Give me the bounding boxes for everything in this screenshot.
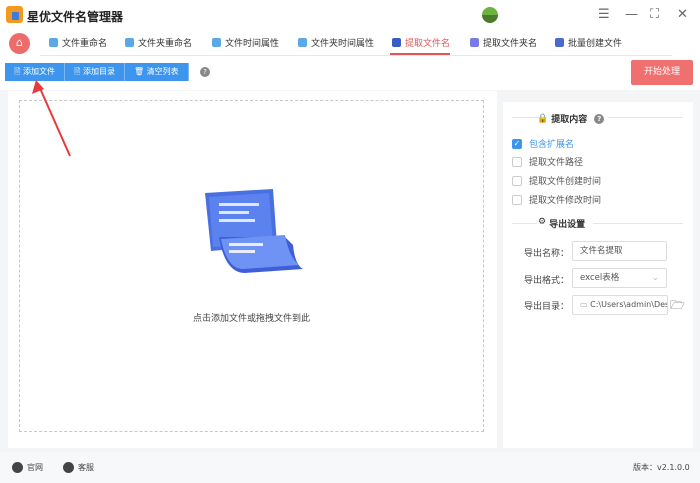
active-tab-indicator — [390, 53, 450, 55]
tab-folder-rename[interactable]: 文件夹重命名 — [125, 36, 192, 49]
help-icon[interactable]: ? — [200, 67, 210, 77]
export-name-label: 导出名称： — [524, 249, 570, 259]
add-directory-button[interactable]: 🗎 添加目录 — [64, 63, 125, 81]
website-link[interactable]: 官网 — [12, 462, 43, 473]
clock-icon — [212, 38, 221, 47]
start-button[interactable]: 开始处理 — [631, 60, 693, 85]
export-name-input[interactable]: 文件名提取 — [572, 241, 667, 261]
help-icon[interactable]: ? — [594, 113, 605, 124]
divider — [512, 223, 537, 224]
tab-extract-filename[interactable]: 提取文件名 — [392, 36, 450, 49]
export-format-select[interactable]: excel表格 ⌄ — [572, 268, 667, 288]
globe-icon — [12, 462, 23, 473]
minimize-icon[interactable]: — — [625, 7, 638, 22]
option-file-path[interactable]: 提取文件路径 — [512, 155, 583, 168]
document-illustration-icon — [205, 189, 303, 273]
folder-icon — [125, 38, 134, 47]
checkbox[interactable] — [512, 175, 522, 186]
option-include-extension[interactable]: ✓ 包含扩展名 — [512, 137, 574, 150]
folder-small-icon: ▭ — [580, 300, 591, 309]
clear-list-button[interactable]: 🗑 清空列表 — [124, 63, 189, 81]
tab-file-time[interactable]: 文件时间属性 — [212, 36, 279, 49]
divider — [608, 117, 683, 118]
app-logo — [6, 6, 23, 23]
chat-icon — [63, 462, 74, 473]
maximize-icon[interactable]: ⛶ — [650, 7, 659, 22]
button-group: 🗎 添加文件 🗎 添加目录 🗑 清空列表 — [5, 63, 189, 81]
add-file-button[interactable]: 🗎 添加文件 — [5, 63, 65, 81]
settings-icon[interactable]: ☰ — [598, 7, 610, 22]
export-format-label: 导出格式： — [524, 276, 570, 286]
option-modify-time[interactable]: 提取文件修改时间 — [512, 193, 601, 206]
footer — [0, 452, 700, 483]
app-title: 星优文件名管理器 — [27, 10, 124, 24]
home-button[interactable]: ⌂ — [9, 33, 30, 54]
avatar[interactable] — [482, 7, 498, 23]
document-icon — [470, 38, 479, 47]
checkbox[interactable] — [512, 194, 522, 205]
version-text: 版本：v2.1.0.0 — [633, 463, 690, 472]
tab-extract-foldername[interactable]: 提取文件夹名 — [470, 36, 537, 49]
tab-file-rename[interactable]: 文件重命名 — [49, 36, 107, 49]
export-dir-input[interactable]: ▭ C:\Users\admin\Des — [572, 295, 668, 315]
checkbox-checked[interactable]: ✓ — [512, 138, 522, 149]
extract-section-title: 🔒 提取内容? — [537, 112, 605, 125]
clock-icon — [298, 38, 307, 47]
files-icon — [555, 38, 564, 47]
option-create-time[interactable]: 提取文件创建时间 — [512, 174, 601, 187]
divider — [593, 223, 683, 224]
export-section-title: ⚙ 导出设置 — [538, 217, 586, 230]
document-icon — [392, 38, 401, 47]
arrow-annotation-icon — [32, 80, 71, 157]
gear-icon: ⚙ — [538, 217, 547, 227]
close-icon[interactable]: ✕ — [677, 7, 688, 22]
drop-hint: 点击添加文件或拖拽文件到此 — [192, 314, 310, 324]
folder-open-icon[interactable]: 🗁 — [670, 296, 685, 317]
chevron-down-icon: ⌄ — [651, 273, 659, 283]
tab-folder-time[interactable]: 文件夹时间属性 — [298, 36, 374, 49]
service-link[interactable]: 客服 — [63, 462, 94, 473]
export-dir-label: 导出目录： — [524, 302, 570, 312]
checkbox[interactable] — [512, 156, 522, 167]
lock-icon: 🔒 — [537, 113, 549, 124]
file-icon — [49, 38, 58, 47]
tab-batch-create[interactable]: 批量创建文件 — [555, 36, 622, 49]
